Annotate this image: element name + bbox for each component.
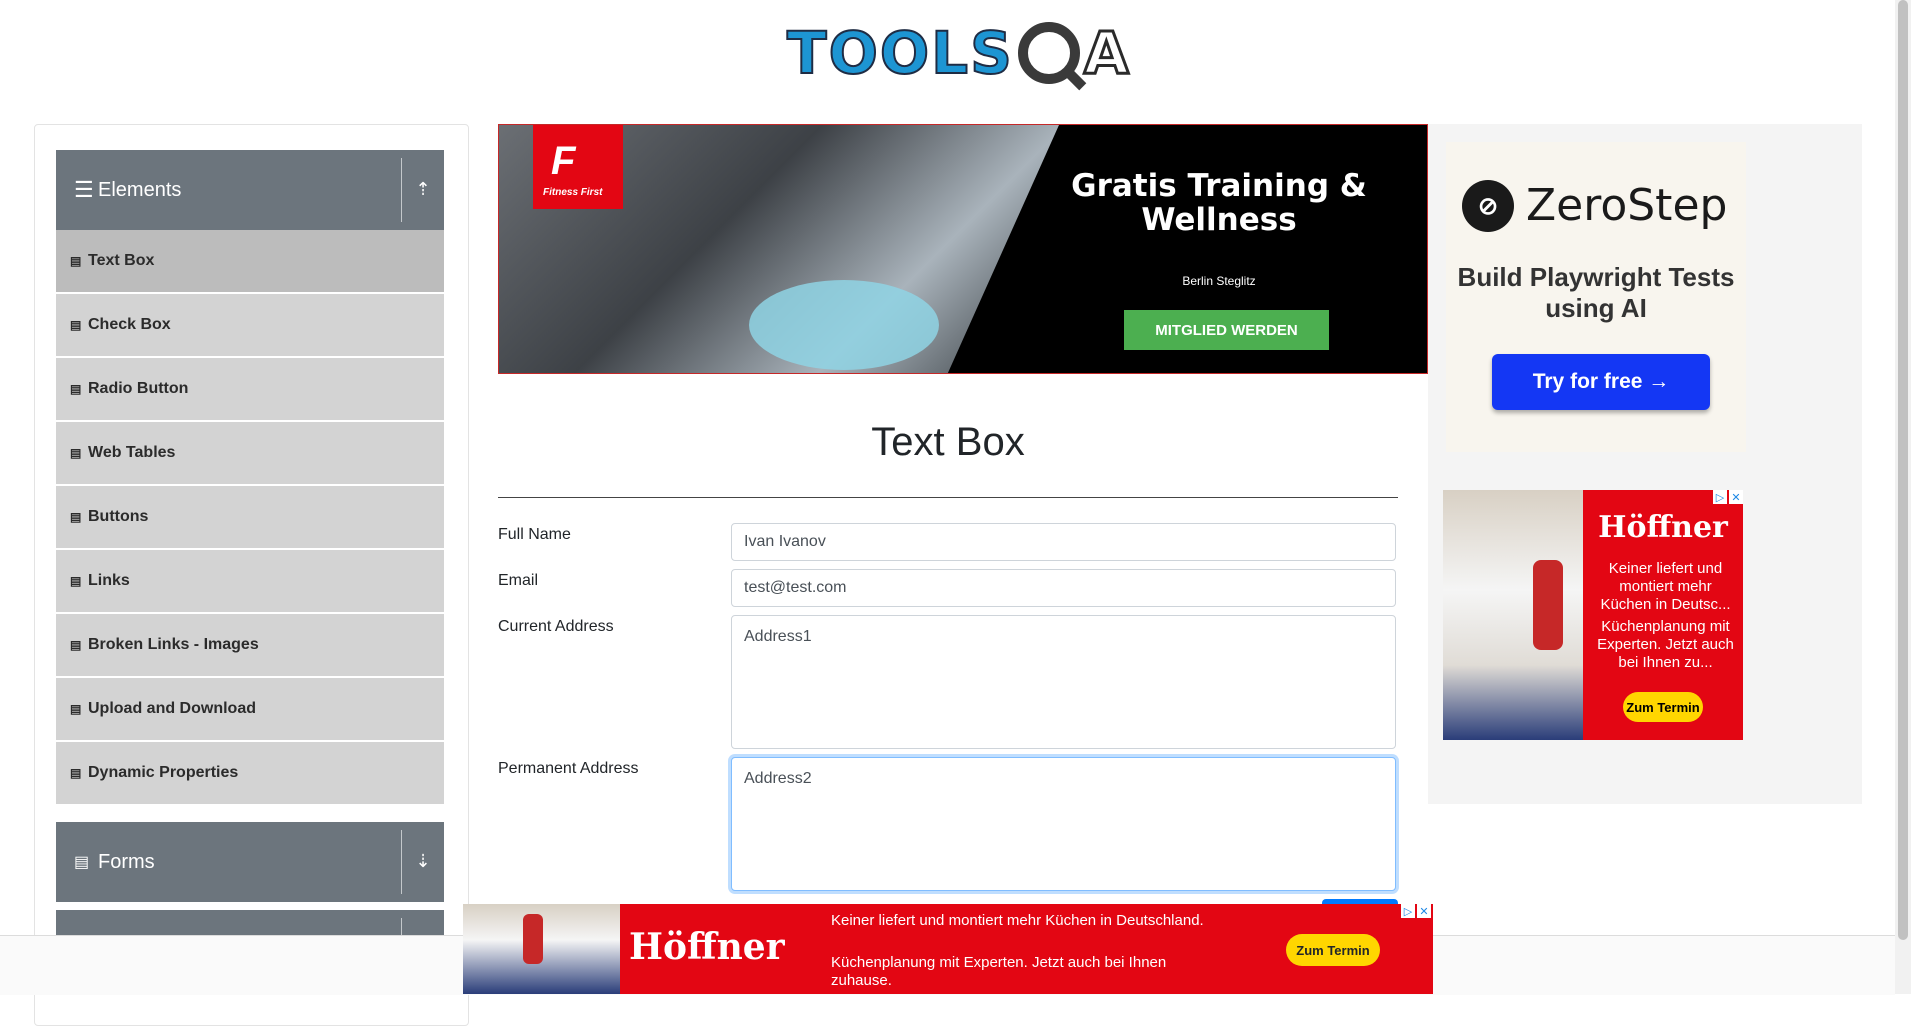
ad-close-icon[interactable]: ✕ — [1417, 904, 1431, 918]
list-icon: ▤ — [70, 446, 82, 460]
divider — [401, 830, 402, 894]
sidebar-item-buttons[interactable]: ▤ Buttons — [56, 486, 444, 550]
list-icon: ▤ — [70, 318, 82, 332]
right-ad-column: ⊘ ZeroStep Build Playwright Tests using … — [1428, 124, 1862, 804]
logo-text: TOOLS — [786, 18, 1014, 88]
permanent-address-label: Permanent Address — [498, 760, 639, 777]
ad-headline: Gratis Training & Wellness — [1071, 168, 1367, 238]
full-name-label: Full Name — [498, 526, 571, 543]
group-header-elements[interactable]: ☰ Elements ⇡ — [56, 150, 444, 230]
group-title: Forms — [98, 850, 155, 873]
hoeffner-text-1: Keiner liefert und montiert mehr Küchen … — [831, 912, 1204, 929]
email-input[interactable] — [731, 569, 1396, 607]
page-title: Text Box — [871, 420, 1025, 464]
list-icon: ▤ — [70, 574, 82, 588]
full-name-input[interactable] — [731, 523, 1396, 561]
scrollbar-thumb[interactable] — [1898, 0, 1908, 940]
current-address-textarea[interactable]: Address1 — [731, 615, 1396, 749]
hoeffner-text-2: Küchenplanung mit Experten. Jetzt auch b… — [1597, 618, 1734, 671]
sidebar-item-radio-button[interactable]: ▤ Radio Button — [56, 358, 444, 422]
sidebar-item-text-box[interactable]: ▤ Text Box — [56, 230, 444, 294]
hoeffner-cta-button[interactable]: Zum Termin — [1623, 692, 1703, 722]
expand-down-icon[interactable]: ⇣ — [410, 848, 436, 874]
sidebar-item-broken-links[interactable]: ▤ Broken Links - Images — [56, 614, 444, 678]
sidebar-item-label: Radio Button — [88, 380, 189, 397]
sidebar-item-links[interactable]: ▤ Links — [56, 550, 444, 614]
zerostep-brand: ZeroStep — [1526, 180, 1728, 231]
permanent-address-textarea[interactable]: Address2 — [731, 757, 1396, 891]
gear-icon — [1017, 22, 1080, 84]
hoeffner-text-1: Keiner liefert und montiert mehr Küchen … — [1600, 560, 1731, 613]
list-icon: ▤ — [70, 382, 82, 396]
hoeffner-brand: Höffner — [1598, 510, 1728, 545]
logo-letter: A — [1082, 18, 1130, 89]
hoeffner-text-2: Küchenplanung mit Experten. Jetzt auch b… — [831, 954, 1167, 989]
zerostep-cta-button[interactable]: Try for free → — [1492, 354, 1710, 410]
ad-zerostep[interactable]: ⊘ ZeroStep Build Playwright Tests using … — [1446, 142, 1746, 452]
ad-cta-button[interactable]: MITGLIED WERDEN — [1124, 310, 1329, 350]
doc-icon: ▤ — [74, 854, 90, 871]
sidebar-item-label: Buttons — [88, 508, 149, 525]
sidebar-item-label: Broken Links - Images — [88, 636, 259, 653]
sidebar-item-dynamic-properties[interactable]: ▤ Dynamic Properties — [56, 742, 444, 806]
adchoices-icon[interactable]: ▷ — [1401, 904, 1415, 918]
sidebar-item-upload-download[interactable]: ▤ Upload and Download — [56, 678, 444, 742]
current-address-label: Current Address — [498, 618, 614, 635]
hamburger-icon: ☰ — [74, 177, 94, 202]
hoeffner-cta-button[interactable]: Zum Termin — [1286, 934, 1380, 966]
ad-location: Berlin Steglitz — [1182, 274, 1256, 288]
zerostep-tagline: Build Playwright Tests using AI — [1457, 262, 1735, 323]
sidebar-item-label: Upload and Download — [88, 700, 256, 717]
email-label: Email — [498, 572, 539, 589]
ad-hoeffner-bottom[interactable]: Höffner Keiner liefert und montiert mehr… — [463, 904, 1433, 994]
ad-photo-worker — [523, 914, 543, 964]
zerostep-logo-icon: ⊘ — [1462, 180, 1514, 232]
left-panel: ☰ Elements ⇡ ▤ Text Box ▤ Check Box ▤ Ra… — [34, 124, 469, 1026]
adchoices-icon[interactable]: ▷ — [1713, 490, 1727, 504]
sidebar-item-check-box[interactable]: ▤ Check Box — [56, 294, 444, 358]
list-icon: ▤ — [70, 254, 82, 268]
ff-logo-text: Fitness First — [543, 187, 603, 198]
ad-close-icon[interactable]: ✕ — [1729, 490, 1743, 504]
list-icon: ▤ — [70, 766, 82, 780]
list-icon: ▤ — [70, 638, 82, 652]
sidebar-item-label: Check Box — [88, 316, 171, 333]
ad-banner-fitness-first[interactable]: F Fitness First Gratis Training & Wellne… — [498, 124, 1428, 374]
sidebar-item-web-tables[interactable]: ▤ Web Tables — [56, 422, 444, 486]
page-scrollbar[interactable] — [1895, 0, 1911, 994]
sidebar-item-label: Links — [88, 572, 130, 589]
collapse-up-icon[interactable]: ⇡ — [410, 176, 436, 202]
sidebar-item-label: Web Tables — [88, 444, 176, 461]
group-title: Elements — [98, 178, 182, 201]
title-divider — [498, 497, 1398, 498]
sidebar-item-label: Text Box — [88, 252, 155, 269]
ff-logo-letter: F — [551, 139, 576, 183]
toolsqa-logo[interactable]: TOOLS A — [786, 14, 1130, 92]
list-icon: ▤ — [70, 702, 82, 716]
divider — [401, 158, 402, 222]
list-icon: ▤ — [70, 510, 82, 524]
ad-hoeffner-side[interactable]: Höffner Keiner liefert und montiert mehr… — [1443, 490, 1743, 740]
hoeffner-brand: Höffner — [629, 926, 785, 968]
fitness-first-logo: F Fitness First — [533, 125, 623, 209]
sidebar-item-label: Dynamic Properties — [88, 764, 239, 781]
group-header-forms[interactable]: ▤ Forms ⇣ — [56, 822, 444, 902]
ad-photo-worker — [1533, 560, 1563, 650]
ad-pool-shape — [749, 280, 939, 370]
